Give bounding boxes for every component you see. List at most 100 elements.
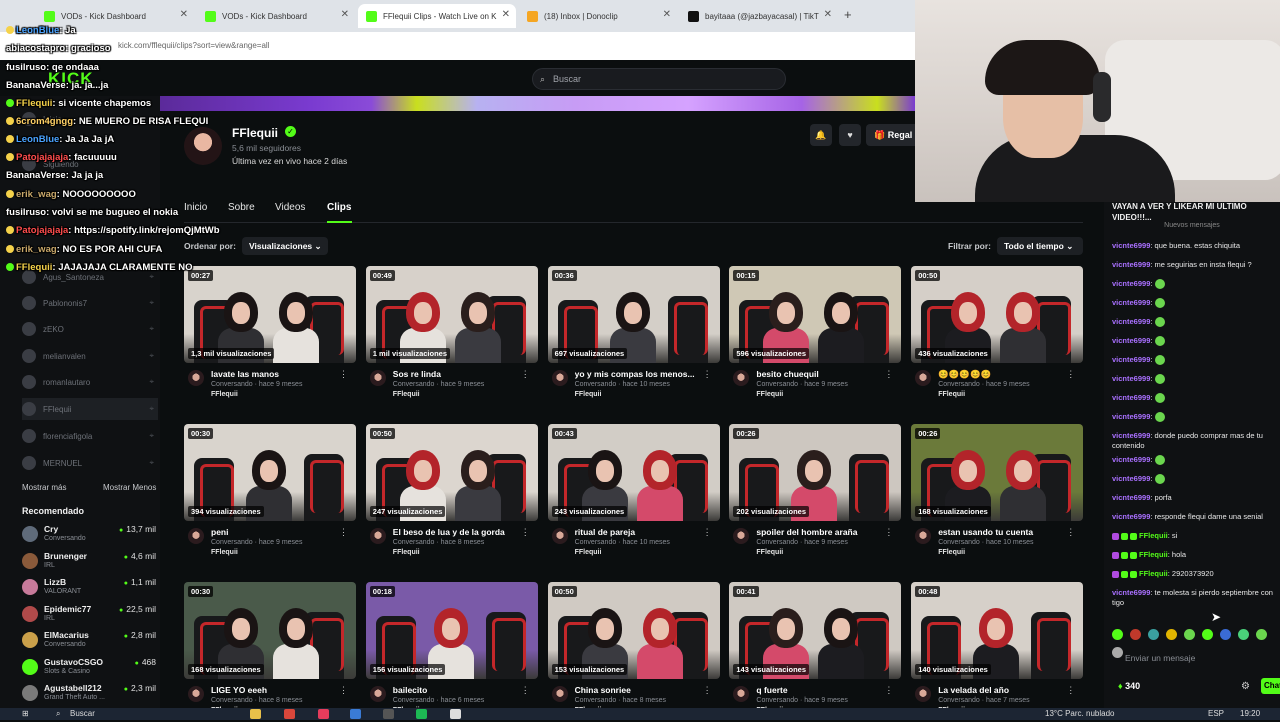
- more-options-icon[interactable]: ⋮: [703, 685, 712, 696]
- clip-card[interactable]: 00:50 436 visualizaciones 😊😊😊😊😊 Conversando…: [911, 266, 1084, 406]
- avatar[interactable]: [551, 528, 568, 544]
- clip-thumbnail[interactable]: 00:50 247 visualizaciones: [365, 424, 538, 521]
- clip-card[interactable]: 00:26 202 visualizaciones spoiler del homb…: [729, 424, 902, 564]
- clip-author[interactable]: FFlequii: [756, 391, 783, 398]
- clip-title[interactable]: bailecito: [393, 685, 523, 695]
- obs-icon[interactable]: [383, 709, 394, 719]
- chat-username[interactable]: vicnte6999: [1112, 588, 1150, 597]
- chat-username[interactable]: vicnte6999: [1112, 260, 1150, 269]
- clip-author[interactable]: FFlequii: [393, 549, 420, 556]
- clip-title[interactable]: lavate las manos: [211, 369, 341, 379]
- sidebar-item-romanlautaro[interactable]: romanlautaro ⌖: [22, 371, 158, 393]
- avatar[interactable]: [369, 686, 386, 702]
- clip-author[interactable]: FFlequii: [575, 549, 602, 556]
- close-icon[interactable]: ✕: [824, 9, 832, 20]
- tiktok-icon[interactable]: [318, 709, 329, 719]
- clip-card[interactable]: 00:41 143 visualizaciones q fuerte Conversa…: [729, 582, 902, 722]
- chat-username[interactable]: vicnte6999: [1112, 298, 1150, 307]
- taskbar-search-icon[interactable]: ⌕: [56, 709, 60, 719]
- sidebar-item-florenciafigola[interactable]: florenciafigola ⌖: [22, 425, 158, 447]
- spotify-icon[interactable]: [416, 709, 427, 719]
- weather-text[interactable]: 13°C Parc. nublado: [1045, 709, 1114, 718]
- browser-tab[interactable]: (18) Inbox | Donoclip ✕: [519, 4, 677, 28]
- gift-sub-button[interactable]: 🎁 Regal: [866, 124, 915, 146]
- avatar[interactable]: [188, 686, 204, 702]
- order-select[interactable]: Visualizaciones ⌄: [242, 237, 328, 255]
- clip-title[interactable]: estan usando tu cuenta: [938, 527, 1068, 537]
- recommended-channel[interactable]: ElMacariusConversando 2,8 mil: [22, 629, 158, 651]
- emote-icon[interactable]: [1184, 629, 1195, 640]
- avatar[interactable]: [188, 528, 204, 544]
- filter-select[interactable]: Todo el tiempo ⌄: [997, 237, 1083, 255]
- channel-avatar[interactable]: [184, 127, 222, 165]
- windows-start-icon[interactable]: ⊞: [22, 709, 29, 718]
- pin-icon[interactable]: ⌖: [149, 351, 154, 361]
- more-options-icon[interactable]: ⋮: [521, 685, 530, 696]
- chat-username[interactable]: vicnte6999: [1112, 512, 1150, 521]
- clip-title[interactable]: Sos re linda: [393, 369, 523, 379]
- more-options-icon[interactable]: ⋮: [1066, 527, 1075, 538]
- browser-tab[interactable]: FFlequii Clips - Watch Live on K ✕: [358, 4, 516, 28]
- emote-icon[interactable]: [1256, 629, 1267, 640]
- clip-title[interactable]: La velada del año: [938, 685, 1068, 695]
- browser-tab[interactable]: bayitaaa (@jazbayacasal) | TikT ✕: [680, 4, 838, 28]
- gear-icon[interactable]: ⚙: [1241, 681, 1250, 692]
- clip-card[interactable]: 00:18 156 visualizaciones bailecito Convers…: [365, 582, 538, 722]
- clip-author[interactable]: FFlequii: [211, 391, 238, 398]
- avatar[interactable]: [369, 528, 386, 544]
- clock-time[interactable]: 19:20: [1240, 709, 1260, 718]
- clip-title[interactable]: q fuerte: [756, 685, 886, 695]
- more-options-icon[interactable]: ⋮: [1066, 685, 1075, 696]
- clip-thumbnail[interactable]: 00:50 436 visualizaciones: [911, 266, 1084, 363]
- emote-row[interactable]: [1112, 627, 1280, 658]
- clip-title[interactable]: ritual de pareja: [575, 527, 705, 537]
- close-icon[interactable]: ✕: [180, 9, 188, 20]
- search-input[interactable]: ⌕ Buscar: [532, 68, 786, 90]
- follow-heart-icon[interactable]: ♥: [839, 124, 861, 146]
- more-options-icon[interactable]: ⋮: [339, 527, 348, 538]
- clip-title[interactable]: China sonriee: [575, 685, 705, 695]
- channel-points[interactable]: 340: [1118, 681, 1140, 691]
- clip-title[interactable]: yo y mis compas los menos...: [575, 369, 705, 379]
- more-options-icon[interactable]: ⋮: [1066, 369, 1075, 380]
- close-icon[interactable]: ✕: [663, 9, 671, 20]
- clip-thumbnail[interactable]: 00:48 140 visualizaciones: [911, 582, 1084, 679]
- chrome-profile-icon[interactable]: [350, 709, 361, 719]
- clip-card[interactable]: 00:48 140 visualizaciones La velada del añ…: [911, 582, 1084, 722]
- clip-card[interactable]: 00:43 243 visualizaciones ritual de pareja…: [547, 424, 720, 564]
- emote-icon[interactable]: [1130, 629, 1141, 640]
- new-messages-divider[interactable]: Nuevos mensajes: [1104, 222, 1280, 232]
- avatar[interactable]: [915, 370, 932, 386]
- clip-card[interactable]: 00:50 247 visualizaciones El beso de lua y…: [365, 424, 538, 564]
- chat-username[interactable]: vicnte6999: [1112, 412, 1150, 421]
- clip-card[interactable]: 00:49 1 mil visualizaciones Sos re linda Co…: [365, 266, 538, 406]
- chat-username[interactable]: vicnte6999: [1112, 493, 1150, 502]
- chat-username[interactable]: vicnte6999: [1112, 355, 1150, 364]
- clip-thumbnail[interactable]: 00:30 168 visualizaciones: [184, 582, 356, 679]
- chat-username[interactable]: vicnte6999: [1112, 279, 1150, 288]
- clip-title[interactable]: 😊😊😊😊😊: [938, 369, 1068, 380]
- more-options-icon[interactable]: ⋮: [884, 685, 893, 696]
- clip-thumbnail[interactable]: 00:30 394 visualizaciones: [184, 424, 356, 521]
- more-options-icon[interactable]: ⋮: [884, 527, 893, 538]
- avatar[interactable]: [733, 686, 750, 702]
- sidebar-item-mernuel[interactable]: MERNUEL ⌖: [22, 452, 158, 474]
- clip-thumbnail[interactable]: 00:18 156 visualizaciones: [365, 582, 538, 679]
- clip-card[interactable]: 00:30 394 visualizaciones peni Conversando …: [184, 424, 356, 564]
- chrome-icon[interactable]: [284, 709, 295, 719]
- clip-thumbnail[interactable]: 00:43 243 visualizaciones: [547, 424, 720, 521]
- pin-icon[interactable]: ⌖: [149, 431, 154, 441]
- url-text[interactable]: kick.com/fflequii/clips?sort=view&range=…: [118, 41, 269, 50]
- clip-title[interactable]: spoiler del hombre araña: [756, 527, 886, 537]
- clip-title[interactable]: LIGE YO eeeh: [211, 685, 341, 695]
- recommended-channel[interactable]: CryConversando 13,7 mil: [22, 523, 158, 545]
- chat-input[interactable]: Enviar un mensaje: [1112, 648, 1280, 668]
- close-icon[interactable]: ✕: [502, 9, 510, 20]
- more-options-icon[interactable]: ⋮: [339, 369, 348, 380]
- chat-username[interactable]: FFlequii: [1139, 550, 1168, 559]
- more-options-icon[interactable]: ⋮: [521, 369, 530, 380]
- close-icon[interactable]: ✕: [341, 9, 349, 20]
- chat-username[interactable]: vicnte6999: [1112, 241, 1150, 250]
- emote-icon[interactable]: [1148, 629, 1159, 640]
- chat-username[interactable]: vicnte6999: [1112, 474, 1150, 483]
